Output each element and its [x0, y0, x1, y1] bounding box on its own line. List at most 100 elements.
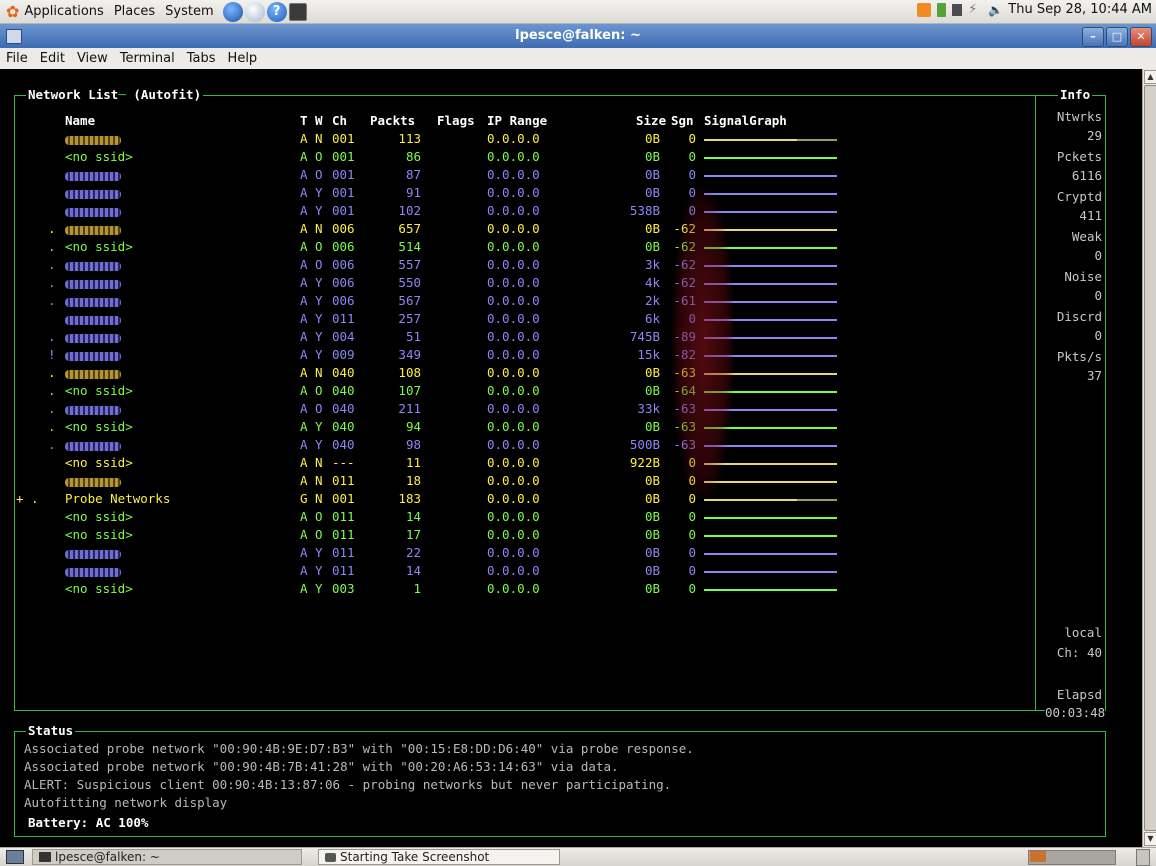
scrollbar-thumb[interactable]	[1144, 85, 1156, 831]
network-ip-range: 0.0.0.0	[487, 455, 540, 470]
network-row[interactable]: A Y 001 91 0.0.0.0 0B 0	[14, 185, 1034, 203]
network-size: 3k	[644, 257, 660, 272]
update-notifier-icon[interactable]	[917, 2, 932, 17]
close-icon[interactable]: ✕	[1130, 27, 1152, 47]
network-icon[interactable]	[952, 3, 963, 16]
network-packets: 107	[398, 383, 421, 398]
network-row[interactable]: A Y 011 14 0.0.0.0 0B 0	[14, 563, 1034, 581]
show-desktop-icon[interactable]	[6, 850, 24, 864]
network-size: 0B	[644, 491, 660, 506]
scroll-down-icon[interactable]: ▼	[1144, 832, 1156, 846]
network-type: A	[300, 473, 308, 488]
applications-menu[interactable]: Applications	[19, 4, 108, 19]
network-row[interactable]: A Y 011 257 0.0.0.0 6k 0	[14, 311, 1034, 329]
network-row[interactable]: . A Y 004 51 0.0.0.0 745B -89	[14, 329, 1034, 347]
network-size: 0B	[644, 185, 660, 200]
network-row[interactable]: . A O 040 211 0.0.0.0 33k -63	[14, 401, 1034, 419]
col-packets[interactable]: Packts	[370, 113, 415, 128]
network-signal: 0	[688, 509, 696, 524]
terminal-scrollbar[interactable]: ▲ ▼	[1142, 69, 1156, 847]
network-row[interactable]: A Y 001 102 0.0.0.0 538B 0	[14, 203, 1034, 221]
network-row[interactable]: ! A Y 009 349 0.0.0.0 15k -82	[14, 347, 1034, 365]
row-marker: .	[48, 275, 64, 290]
network-type: A	[300, 329, 308, 344]
network-size: 745B	[629, 329, 660, 344]
network-packets: 211	[398, 401, 421, 416]
window-titlebar[interactable]: lpesce@falken: ~ – □ ✕	[0, 24, 1156, 48]
trash-icon[interactable]	[1136, 849, 1150, 866]
signal-graph-bar	[704, 481, 837, 483]
col-flags[interactable]: Flags	[437, 113, 475, 128]
network-row[interactable]: . A Y 040 98 0.0.0.0 500B -63	[14, 437, 1034, 455]
network-signal: -63	[673, 365, 696, 380]
taskbar-screenshot-button[interactable]: Starting Take Screenshot	[318, 849, 560, 865]
network-row[interactable]: + . Probe Networks G N 001 183 0.0.0.0 0B 0	[14, 491, 1034, 509]
network-row[interactable]: . A Y 006 550 0.0.0.0 4k -62	[14, 275, 1034, 293]
menu-help[interactable]: Help	[222, 51, 264, 66]
network-type: A	[300, 401, 308, 416]
terminal-icon[interactable]	[288, 2, 307, 21]
clock[interactable]: Thu Sep 28, 10:44 AM	[1008, 2, 1152, 17]
network-wep: O	[315, 527, 323, 542]
minimize-icon[interactable]: –	[1082, 27, 1104, 47]
scroll-up-icon[interactable]: ▲	[1144, 70, 1156, 84]
info-label: Discrd	[1056, 309, 1102, 324]
network-size: 500B	[629, 437, 660, 452]
network-row[interactable]: <no ssid> A O 001 86 0.0.0.0 0B 0	[14, 149, 1034, 167]
network-channel: 001	[332, 149, 355, 164]
network-row[interactable]: . <no ssid> A O 006 514 0.0.0.0 0B -62	[14, 239, 1034, 257]
window-menu-icon[interactable]	[6, 29, 22, 44]
col-signal[interactable]: Sgn	[671, 113, 694, 128]
col-wep[interactable]: W	[315, 113, 323, 128]
network-signal: 0	[688, 581, 696, 596]
network-row[interactable]: . A O 006 557 0.0.0.0 3k -62	[14, 257, 1034, 275]
col-name[interactable]: Name	[65, 113, 95, 128]
network-row[interactable]: <no ssid> A Y 003 1 0.0.0.0 0B 0	[14, 581, 1034, 599]
workspace-active[interactable]	[1030, 851, 1046, 862]
network-row[interactable]: A Y 011 22 0.0.0.0 0B 0	[14, 545, 1034, 563]
network-channel: 011	[332, 545, 355, 560]
network-wep: O	[315, 257, 323, 272]
network-row[interactable]: . <no ssid> A O 040 107 0.0.0.0 0B -64	[14, 383, 1034, 401]
menu-file[interactable]: File	[0, 51, 34, 66]
maximize-icon[interactable]: □	[1106, 27, 1128, 47]
menu-terminal[interactable]: Terminal	[114, 51, 181, 66]
network-row[interactable]: <no ssid> A N --- 11 0.0.0.0 922B 0	[14, 455, 1034, 473]
email-icon[interactable]	[244, 1, 265, 22]
system-menu[interactable]: System	[160, 4, 218, 19]
network-wep: Y	[315, 437, 323, 452]
network-name-redacted	[65, 329, 121, 346]
menu-edit[interactable]: Edit	[34, 51, 71, 66]
col-signal-graph[interactable]: SignalGraph	[704, 113, 787, 128]
volume-icon[interactable]: 🔈	[988, 3, 1003, 17]
battery-icon[interactable]	[937, 2, 947, 17]
col-type[interactable]: T	[300, 113, 308, 128]
web-browser-icon[interactable]	[222, 1, 243, 22]
terminal-area[interactable]: Network List─ (Autofit) Name T W Ch Pack…	[0, 69, 1142, 847]
network-row[interactable]: . <no ssid> A Y 040 94 0.0.0.0 0B -63	[14, 419, 1034, 437]
info-panel	[1035, 95, 1106, 711]
places-menu[interactable]: Places	[109, 4, 160, 19]
power-icon[interactable]: ⚡	[968, 2, 982, 17]
network-packets: 102	[398, 203, 421, 218]
network-name-redacted	[65, 203, 121, 220]
help-icon[interactable]: ?	[266, 1, 287, 22]
col-ip-range[interactable]: IP Range	[487, 113, 547, 128]
network-row[interactable]: . A N 006 657 0.0.0.0 0B -62	[14, 221, 1034, 239]
menu-view[interactable]: View	[71, 51, 114, 66]
network-row[interactable]: . A Y 006 567 0.0.0.0 2k -61	[14, 293, 1034, 311]
network-row[interactable]: A N 001 113 0.0.0.0 0B 0	[14, 131, 1034, 149]
network-row[interactable]: A O 001 87 0.0.0.0 0B 0	[14, 167, 1034, 185]
network-row[interactable]: <no ssid> A O 011 17 0.0.0.0 0B 0	[14, 527, 1034, 545]
taskbar-terminal-button[interactable]: lpesce@falken: ~	[32, 849, 302, 865]
gnome-foot-icon[interactable]: ✿	[6, 2, 19, 21]
network-type: A	[300, 527, 308, 542]
network-row[interactable]: <no ssid> A O 011 14 0.0.0.0 0B 0	[14, 509, 1034, 527]
menu-tabs[interactable]: Tabs	[181, 51, 222, 66]
col-size[interactable]: Size	[636, 113, 666, 128]
col-channel[interactable]: Ch	[332, 113, 347, 128]
network-ip-range: 0.0.0.0	[487, 437, 540, 452]
network-row[interactable]: . A N 040 108 0.0.0.0 0B -63	[14, 365, 1034, 383]
info-label: Pckets	[1056, 149, 1102, 164]
network-row[interactable]: A N 011 18 0.0.0.0 0B 0	[14, 473, 1034, 491]
